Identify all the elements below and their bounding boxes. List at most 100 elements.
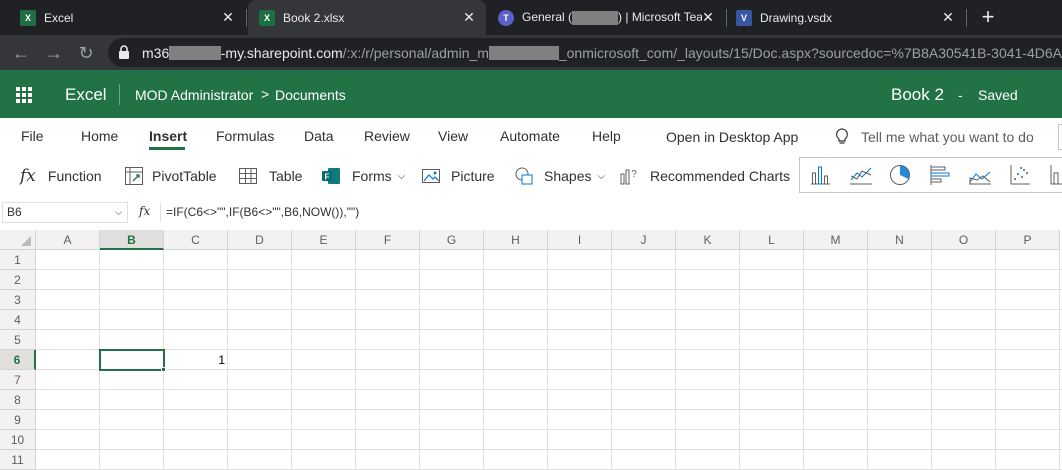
header-divider [119, 84, 120, 105]
row-header-5[interactable]: 5 [0, 330, 36, 350]
column-header-a[interactable]: A [36, 230, 100, 250]
close-icon[interactable]: ✕ [701, 10, 715, 24]
column-header-n[interactable]: N [868, 230, 932, 250]
column-chart-icon[interactable] [809, 164, 831, 186]
tab-help[interactable]: Help [592, 128, 621, 144]
name-box[interactable]: B6 ⌵ [2, 202, 128, 223]
row-header-8[interactable]: 8 [0, 390, 36, 410]
function-button[interactable]: fx Function [20, 166, 102, 186]
row-header-9[interactable]: 9 [0, 410, 36, 430]
tab-view[interactable]: View [438, 128, 468, 144]
tab-data[interactable]: Data [304, 128, 334, 144]
cell-c6[interactable]: 1 [164, 350, 228, 370]
fill-handle[interactable] [161, 367, 166, 372]
recommended-charts-button[interactable]: ? Recommended Charts [619, 166, 790, 186]
gridline [995, 250, 996, 470]
save-status: Saved [978, 87, 1018, 103]
ribbon-tab-bar: File Home Insert Formulas Data Review Vi… [0, 118, 1062, 154]
new-tab-button[interactable]: + [976, 4, 1000, 30]
row-header-6[interactable]: 6 [0, 350, 36, 370]
column-header-p[interactable]: P [996, 230, 1060, 250]
tab-book2[interactable]: X Book 2.xlsx ✕ [248, 0, 486, 35]
breadcrumb-folder[interactable]: Documents [275, 87, 346, 103]
column-header-o[interactable]: O [932, 230, 996, 250]
row-header-4[interactable]: 4 [0, 310, 36, 330]
gridline [36, 329, 1062, 330]
document-title[interactable]: Book 2 [891, 85, 944, 105]
app-launcher-icon[interactable] [16, 87, 32, 103]
tab-title: Drawing.vsdx [760, 10, 833, 25]
forms-button[interactable]: F Forms ⌵ [321, 166, 405, 186]
insert-function-icon[interactable]: fx [139, 204, 150, 218]
close-icon[interactable]: ✕ [462, 10, 476, 24]
open-desktop-app-button[interactable]: Open in Desktop App [666, 129, 798, 145]
column-header-h[interactable]: H [484, 230, 548, 250]
gridline [36, 289, 1062, 290]
visio-icon: V [736, 10, 752, 26]
column-header-b[interactable]: B [100, 230, 164, 250]
tab-automate[interactable]: Automate [500, 128, 560, 144]
column-header-j[interactable]: J [612, 230, 676, 250]
tab-home[interactable]: Home [81, 128, 118, 144]
row-header-7[interactable]: 7 [0, 370, 36, 390]
tab-formulas[interactable]: Formulas [216, 128, 274, 144]
row-header-10[interactable]: 10 [0, 430, 36, 450]
row-header-3[interactable]: 3 [0, 290, 36, 310]
row-header-2[interactable]: 2 [0, 270, 36, 290]
spreadsheet-grid[interactable]: A B C D E F G H I J K L M N O P 1 2 3 4 5 6 7 8 9 10 11 1 [0, 230, 1062, 470]
tell-me-search[interactable]: Tell me what you want to do [861, 129, 1034, 145]
reload-icon[interactable]: ↻ [77, 44, 95, 62]
picture-button[interactable]: Picture [421, 166, 495, 186]
close-icon[interactable]: ✕ [941, 10, 955, 24]
column-header-k[interactable]: K [676, 230, 740, 250]
row-header-11[interactable]: 11 [0, 450, 36, 470]
column-header-l[interactable]: L [740, 230, 804, 250]
column-header-g[interactable]: G [420, 230, 484, 250]
column-header-f[interactable]: F [356, 230, 420, 250]
app-name[interactable]: Excel [65, 85, 107, 105]
breadcrumb-separator: > [261, 86, 270, 102]
tab-teams[interactable]: T General () | Microsoft Tea ✕ [487, 0, 725, 35]
gridline [1059, 250, 1060, 470]
column-header-i[interactable]: I [548, 230, 612, 250]
tab-file[interactable]: File [21, 128, 44, 144]
tab-excel[interactable]: X Excel ✕ [0, 0, 245, 35]
bar-chart-icon[interactable] [929, 164, 951, 186]
overflow-edge [1058, 124, 1062, 150]
formula-input[interactable]: =IF(C6<>"",IF(B6<>"",B6,NOW()),"") [166, 205, 359, 219]
forward-arrow-icon[interactable]: → [45, 44, 63, 62]
gridline [867, 250, 868, 470]
tab-review[interactable]: Review [364, 128, 410, 144]
breadcrumb-user[interactable]: MOD Administrator [135, 87, 253, 103]
line-chart-icon[interactable] [849, 164, 873, 186]
gridline [611, 250, 612, 470]
more-charts-icon[interactable] [1049, 164, 1062, 186]
selected-cell[interactable] [99, 349, 165, 371]
pivottable-button[interactable]: PivotTable [124, 166, 217, 186]
gridline [483, 250, 484, 470]
gridline [675, 250, 676, 470]
back-arrow-icon[interactable]: ← [12, 44, 30, 62]
function-label: Function [47, 168, 102, 184]
url-field[interactable]: m36 -my.sharepoint.com/:x:/r/personal/adm… [108, 38, 1062, 67]
row-header-1[interactable]: 1 [0, 250, 36, 270]
scatter-chart-icon[interactable] [1009, 164, 1031, 186]
area-chart-icon[interactable] [968, 164, 992, 186]
tab-insert[interactable]: Insert [149, 128, 187, 144]
gridline [931, 250, 932, 470]
close-icon[interactable]: ✕ [221, 10, 235, 24]
column-header-e[interactable]: E [292, 230, 356, 250]
picture-icon [422, 169, 440, 183]
function-icon: fx [20, 166, 36, 186]
active-tab-indicator [149, 147, 185, 150]
table-button[interactable]: Table [238, 166, 302, 186]
select-all-corner[interactable] [0, 230, 36, 250]
tab-visio[interactable]: V Drawing.vsdx ✕ [727, 0, 965, 35]
column-header-d[interactable]: D [228, 230, 292, 250]
tab-title-prefix: General ( [522, 10, 573, 25]
column-header-m[interactable]: M [804, 230, 868, 250]
pie-chart-icon[interactable] [889, 164, 911, 186]
tab-title-suffix: ) | Microsoft Tea [618, 10, 702, 25]
shapes-button[interactable]: Shapes ⌵ [514, 166, 605, 186]
column-header-c[interactable]: C [164, 230, 228, 250]
